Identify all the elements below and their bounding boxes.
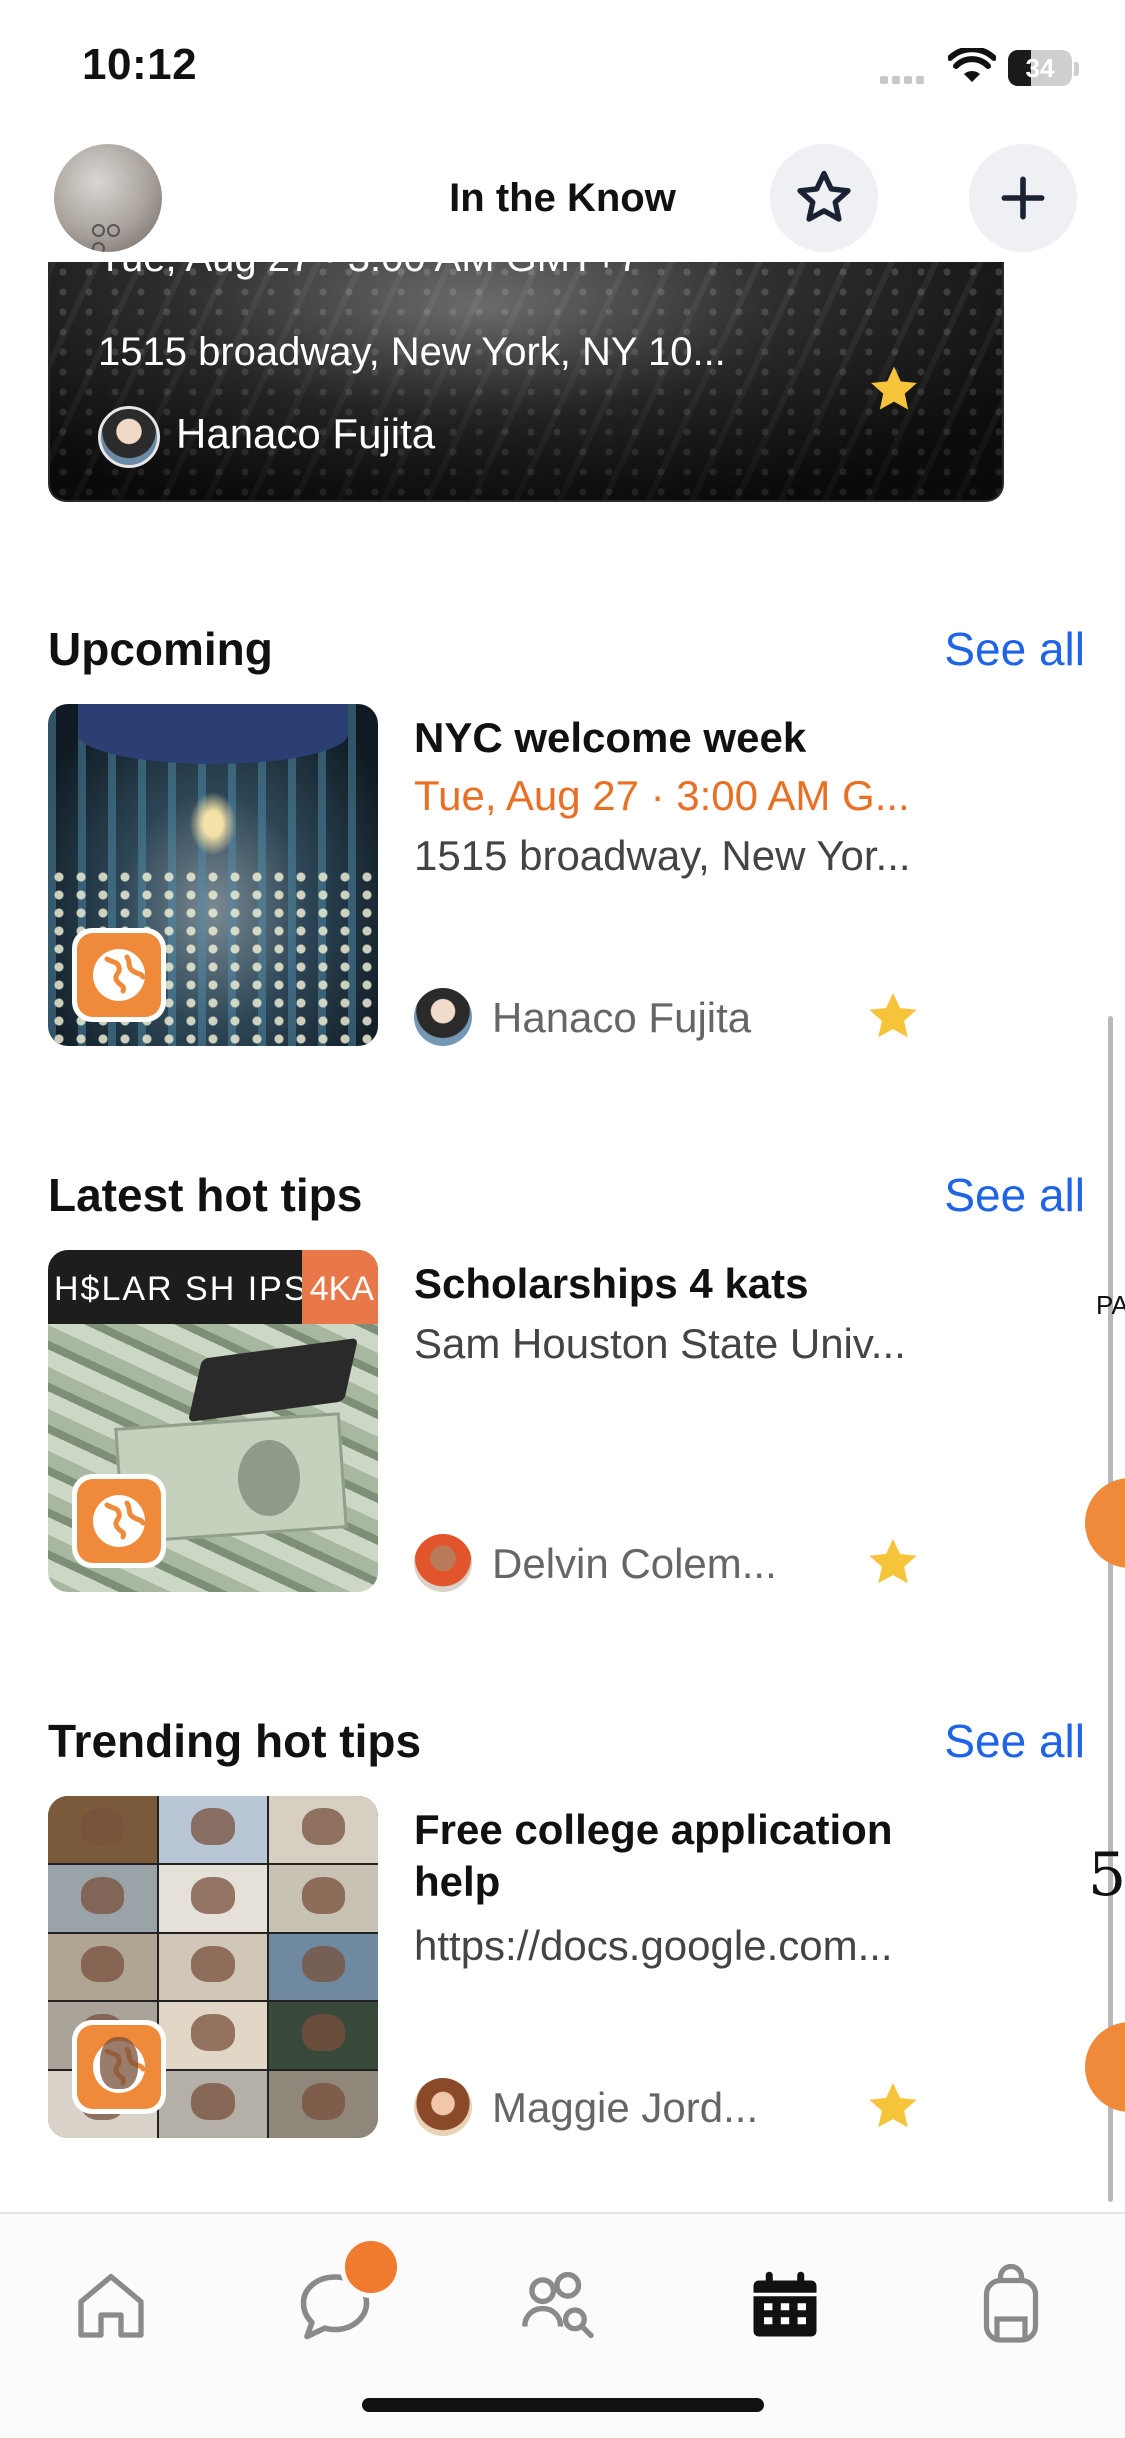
- peeking-globe-icon: [1085, 2022, 1125, 2112]
- globe-badge: [72, 1474, 166, 1568]
- featured-address: 1515 broadway, New York, NY 10...: [98, 330, 726, 374]
- host-name: Maggie Jord...: [492, 2084, 759, 2131]
- globe-icon: [77, 1479, 161, 1563]
- event-date: Tue, Aug 27 · 3:00 AM G...: [414, 772, 910, 819]
- host-avatar: [414, 988, 472, 1046]
- backpack-icon: [983, 2263, 1039, 2343]
- tab-calendar[interactable]: [740, 2260, 830, 2350]
- favorites-button[interactable]: [770, 144, 878, 252]
- featured-host-name: Hanaco Fujita: [176, 410, 436, 457]
- section-title-trending: Trending hot tips: [48, 1715, 422, 1767]
- featured-event-card[interactable]: Tue, Aug 27 · 3:00 AM GMT+7 1515 broadwa…: [48, 262, 1004, 502]
- featured-host-avatar: [98, 406, 160, 468]
- globe-badge: [72, 928, 166, 1022]
- wifi-icon: [947, 46, 997, 84]
- tip-title[interactable]: Free college application help: [414, 1804, 894, 1908]
- event-address: 1515 broadway, New Yor...: [414, 832, 911, 879]
- tip-subtitle: https://docs.google.com...: [414, 1922, 893, 1969]
- host-name: Delvin Colem...: [492, 1540, 777, 1587]
- tip-thumbnail[interactable]: H$LAR SH IPS 4KA: [48, 1250, 378, 1592]
- see-all-upcoming-link[interactable]: See all: [944, 622, 1085, 676]
- home-indicator: [362, 2398, 764, 2412]
- peeking-number: 5: [1088, 1840, 1125, 1910]
- page-title: In the Know: [449, 176, 676, 220]
- peeking-globe-icon: [1085, 1478, 1125, 1568]
- tip-title[interactable]: Scholarships 4 kats: [414, 1258, 974, 1310]
- globe-badge: [72, 2020, 166, 2114]
- globe-icon: [77, 933, 161, 1017]
- peeking-text: PA: [1096, 1290, 1125, 1320]
- host-avatar: [414, 2078, 472, 2136]
- event-title[interactable]: NYC welcome week: [414, 712, 974, 764]
- people-search-icon: [522, 2271, 594, 2339]
- status-time: 10:12: [82, 40, 198, 89]
- star-icon[interactable]: [864, 988, 922, 1051]
- cellular-signal-icon: [880, 70, 936, 84]
- thumbnail-banner-tag: 4KA: [309, 1270, 374, 1308]
- section-title-latest: Latest hot tips: [48, 1169, 363, 1221]
- notification-badge: [340, 2236, 402, 2298]
- tip-subtitle: Sam Houston State Univ...: [414, 1320, 906, 1367]
- scrollbar[interactable]: [1108, 1016, 1113, 2202]
- star-icon[interactable]: [866, 362, 922, 423]
- plus-icon: [1001, 176, 1045, 220]
- event-thumbnail[interactable]: [48, 704, 378, 1046]
- add-button[interactable]: [969, 144, 1077, 252]
- calendar-icon: [753, 2271, 817, 2337]
- battery-tip: [1074, 62, 1079, 76]
- see-all-trending-link[interactable]: See all: [944, 1714, 1085, 1768]
- star-icon[interactable]: [864, 1534, 922, 1597]
- thumbnail-banner-text: H$LAR SH IPS: [54, 1270, 309, 1308]
- tip-thumbnail[interactable]: [48, 1796, 378, 2138]
- battery-level: 34: [1025, 53, 1055, 83]
- globe-icon: [77, 2025, 161, 2109]
- tab-backpack[interactable]: [966, 2260, 1056, 2350]
- host-name: Hanaco Fujita: [492, 994, 752, 1041]
- see-all-latest-link[interactable]: See all: [944, 1168, 1085, 1222]
- star-outline-icon: [797, 170, 851, 222]
- featured-date: Tue, Aug 27 · 3:00 AM GMT+7: [98, 262, 640, 281]
- tab-home[interactable]: [66, 2260, 156, 2350]
- section-title-upcoming: Upcoming: [48, 623, 273, 675]
- home-icon: [78, 2274, 144, 2338]
- host-avatar: [414, 1534, 472, 1592]
- tab-people[interactable]: [512, 2260, 602, 2350]
- star-icon[interactable]: [864, 2078, 922, 2141]
- battery-icon: 34: [1008, 50, 1072, 86]
- profile-avatar[interactable]: [54, 144, 162, 252]
